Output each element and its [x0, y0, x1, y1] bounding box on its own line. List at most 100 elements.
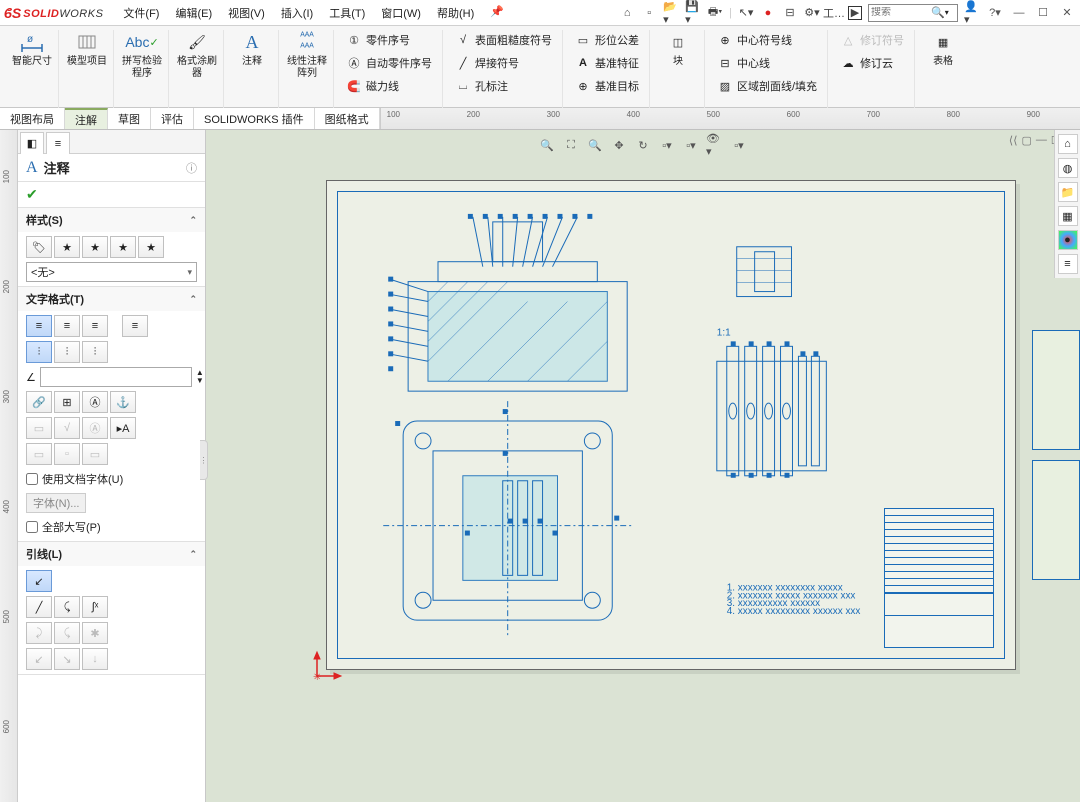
style-dropdown[interactable]: <无>: [26, 262, 197, 282]
style-load-icon[interactable]: ★: [138, 236, 164, 258]
new-icon[interactable]: ▫: [641, 5, 657, 21]
leader-header[interactable]: 引线(L)⌃: [18, 542, 205, 566]
hole-callout-button[interactable]: ⌴孔标注: [451, 76, 556, 96]
lock-icon[interactable]: ⚓: [110, 391, 136, 413]
surface-finish-button[interactable]: √表面粗糙度符号: [451, 30, 556, 50]
auto-balloon-button[interactable]: Ⓐ自动零件序号: [342, 53, 436, 73]
justify-left-icon[interactable]: ⫶: [26, 341, 52, 363]
tab-annotate[interactable]: 注解: [65, 108, 108, 129]
all-caps-checkbox[interactable]: [26, 521, 38, 533]
tab-addins[interactable]: SOLIDWORKS 插件: [194, 108, 315, 129]
section-icon[interactable]: ▫▾: [658, 136, 676, 154]
ok-icon[interactable]: ✔: [26, 186, 38, 202]
style-add-icon[interactable]: ★: [54, 236, 80, 258]
spinner-icon[interactable]: ▲▼: [196, 369, 204, 385]
display-icon[interactable]: ▫▾: [682, 136, 700, 154]
hide-icon[interactable]: 👁▾: [706, 136, 724, 154]
maximize-icon[interactable]: ☐: [1034, 6, 1052, 19]
taskpane-home-icon[interactable]: ⌂: [1058, 134, 1078, 154]
menu-edit[interactable]: 编辑(E): [169, 3, 218, 23]
pan-icon[interactable]: ✥: [610, 136, 628, 154]
zoom-area-icon[interactable]: 🔍: [586, 136, 604, 154]
balloon-button[interactable]: ①零件序号: [342, 30, 436, 50]
taskpane-custom-icon[interactable]: ≡: [1058, 254, 1078, 274]
all-caps-check[interactable]: 全部大写(P): [26, 517, 197, 537]
search-box[interactable]: 🔍▾: [868, 4, 958, 22]
taskpane-design-icon[interactable]: ◍: [1058, 158, 1078, 178]
rev-cloud-button[interactable]: ☁修订云: [836, 53, 908, 73]
justify-right-icon[interactable]: ⫶: [82, 341, 108, 363]
title-block[interactable]: [884, 508, 994, 648]
taskpane-appearance-icon[interactable]: ●: [1058, 230, 1078, 250]
print-icon[interactable]: 🖶▾: [707, 5, 723, 21]
minimize-icon[interactable]: —: [1010, 7, 1028, 19]
angle-input[interactable]: [40, 367, 192, 387]
zoom-fit-icon[interactable]: ⛶: [562, 136, 580, 154]
options-icon[interactable]: ⊟: [782, 5, 798, 21]
justify-center-icon[interactable]: ⫶: [54, 341, 80, 363]
menu-file[interactable]: 文件(F): [117, 3, 165, 23]
style-header[interactable]: 样式(S)⌃: [18, 208, 205, 232]
leader-auto-icon[interactable]: ↙: [26, 570, 52, 592]
gtol-button[interactable]: ▭形位公差: [571, 30, 643, 50]
align-left-icon[interactable]: ≡: [26, 315, 52, 337]
align-center-icon[interactable]: ≡: [54, 315, 80, 337]
drawing-sheet[interactable]: 1:1 1. xxxxxxx xxxxxxxx xxxxx 2. xxxxxxx…: [326, 180, 1016, 670]
user-icon[interactable]: 👤▾: [964, 5, 980, 21]
search-input[interactable]: [871, 7, 931, 18]
taskpane-view-icon[interactable]: ▦: [1058, 206, 1078, 226]
spell-check-button[interactable]: Abc✓ 拼写检验程序: [122, 30, 162, 80]
style-delete-icon[interactable]: ★: [110, 236, 136, 258]
drawing-canvas[interactable]: 🔍 ⛶ 🔍 ✥ ↻ ▫▾ ▫▾ 👁▾ ▫▾ ⟨⟨ ▢ — ☐ ✕: [206, 130, 1080, 802]
magline-button[interactable]: 🧲磁力线: [342, 76, 436, 96]
datum-target-button[interactable]: ⊕基准目标: [571, 76, 643, 96]
textformat-header[interactable]: 文字格式(T)⌃: [18, 287, 205, 311]
taskpane-file-icon[interactable]: 📁: [1058, 182, 1078, 202]
panel-tab-feature[interactable]: ◧: [20, 132, 44, 154]
area-hatch-button[interactable]: ▨区域剖面线/填充: [713, 76, 821, 96]
format-painter-button[interactable]: 🖌 格式涂刷器: [177, 30, 217, 80]
insert-prop-icon[interactable]: ⊞: [54, 391, 80, 413]
note-button[interactable]: A 注释: [232, 30, 272, 68]
menu-view[interactable]: 视图(V): [222, 3, 271, 23]
panel-tab-property[interactable]: ≡: [46, 132, 70, 154]
pin-icon[interactable]: 📌: [484, 3, 510, 23]
search-icon[interactable]: 🔍: [931, 6, 945, 19]
doc-max-icon[interactable]: —: [1036, 134, 1047, 147]
model-items-button[interactable]: 模型项目: [67, 30, 107, 68]
tables-button[interactable]: ▦ 表格: [923, 30, 963, 68]
doc-prev-icon[interactable]: ⟨⟨: [1009, 134, 1018, 147]
rebuild-icon[interactable]: ●: [760, 5, 776, 21]
block-button[interactable]: ◫ 块: [658, 30, 698, 68]
doc-min-icon[interactable]: ▢: [1022, 134, 1032, 147]
add-symbol-icon[interactable]: Ⓐ: [82, 391, 108, 413]
menu-window[interactable]: 窗口(W): [375, 3, 427, 23]
flag-icon[interactable]: ▸A: [110, 417, 136, 439]
style-default-icon[interactable]: 🏷: [26, 236, 52, 258]
weld-button[interactable]: ╱焊接符号: [451, 53, 556, 73]
leader-bent-icon[interactable]: ⤹: [54, 596, 80, 618]
appearance-icon[interactable]: ▫▾: [730, 136, 748, 154]
tools-icon[interactable]: 工…: [826, 5, 842, 21]
tab-evaluate[interactable]: 评估: [151, 108, 194, 129]
tab-layout[interactable]: 视图布局: [0, 108, 65, 129]
cursor-icon[interactable]: ↖▾: [738, 5, 754, 21]
leader-spline-icon[interactable]: ∫ˣ: [82, 596, 108, 618]
linear-pattern-button[interactable]: ᴬᴬᴬᴬᴬᴬ 线性注释阵列: [287, 30, 327, 80]
close-icon[interactable]: ✕: [1058, 6, 1076, 19]
menu-insert[interactable]: 插入(I): [275, 3, 319, 23]
help-icon[interactable]: ?▾: [986, 6, 1004, 19]
align-right-icon[interactable]: ≡: [82, 315, 108, 337]
datum-button[interactable]: A基准特征: [571, 53, 643, 73]
use-doc-font-check[interactable]: 使用文档字体(U): [26, 469, 197, 489]
panel-splitter[interactable]: ⋮: [200, 440, 208, 480]
settings-icon[interactable]: ⚙▾: [804, 5, 820, 21]
leader-straight-icon[interactable]: ╱: [26, 596, 52, 618]
center-mark-button[interactable]: ⊕中心符号线: [713, 30, 821, 50]
centerline-button[interactable]: ⊟中心线: [713, 53, 821, 73]
help-icon[interactable]: ⓘ: [186, 160, 197, 176]
use-doc-font-checkbox[interactable]: [26, 473, 38, 485]
align-top-icon[interactable]: ≡: [122, 315, 148, 337]
home-icon[interactable]: ⌂: [619, 5, 635, 21]
rotate-icon[interactable]: ↻: [634, 136, 652, 154]
